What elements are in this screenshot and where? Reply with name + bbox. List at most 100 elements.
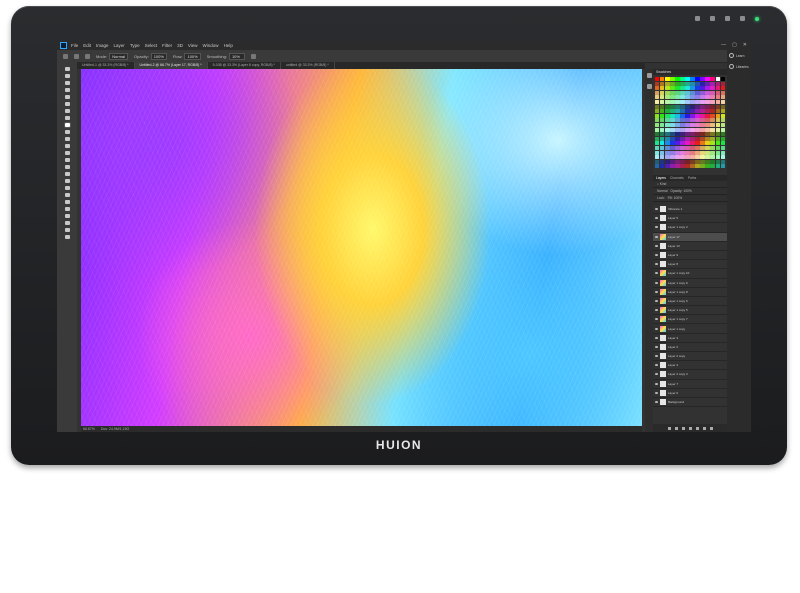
swatch[interactable] [700,122,705,127]
healing-brush-tool-icon[interactable] [64,116,70,120]
swatch[interactable] [700,132,705,137]
swatch[interactable] [690,113,695,118]
swatch[interactable] [695,136,700,141]
visibility-eye-icon[interactable] [655,327,658,330]
swatch[interactable] [700,145,705,150]
gradient-tool-icon[interactable] [64,151,70,155]
swatch[interactable] [710,90,715,95]
visibility-eye-icon[interactable] [655,263,658,266]
layer-row[interactable]: Layer 6 [653,389,727,398]
swatch[interactable] [665,104,670,109]
swatch[interactable] [710,141,715,146]
swatch[interactable] [655,95,660,100]
swatch[interactable] [720,164,725,169]
swatch[interactable] [720,127,725,132]
swatch[interactable] [705,150,710,155]
frame-tool-icon[interactable] [64,102,70,106]
swatch[interactable] [720,150,725,155]
layer-row[interactable]: Layer 17 [653,232,727,242]
layer-row[interactable]: Layer 1 copy 5 [653,306,727,316]
swatch[interactable] [655,77,660,81]
swatch[interactable] [690,145,695,150]
brush-tool-icon[interactable] [74,53,79,59]
settings-gear-icon[interactable] [250,53,256,59]
swatch[interactable] [660,86,665,91]
blend-mode-select[interactable]: Normal [657,189,668,193]
swatch[interactable] [710,86,715,91]
brush-preset-picker[interactable] [85,53,90,59]
swatch[interactable] [680,145,685,150]
swatch[interactable] [685,159,690,164]
swatch[interactable] [710,127,715,132]
swatch[interactable] [685,150,690,155]
swatch[interactable] [685,155,690,160]
swatch[interactable] [685,141,690,146]
menu-filter[interactable]: Filter [162,43,172,48]
dodge-tool-icon[interactable] [64,165,70,169]
swatch[interactable] [660,122,665,127]
swatch[interactable] [710,109,715,114]
swatch[interactable] [680,132,685,137]
link-layers-icon[interactable] [667,426,671,430]
layer-fill[interactable]: Fill: 100% [668,196,682,200]
close-icon[interactable]: ✕ [743,42,747,48]
swatch[interactable] [705,127,710,132]
swatch[interactable] [710,155,715,160]
swatch[interactable] [700,86,705,91]
swatch[interactable] [685,122,690,127]
libraries-item[interactable]: Libraries [727,61,751,72]
quick-select-tool-icon[interactable] [64,88,70,92]
swatch[interactable] [690,150,695,155]
swatch[interactable] [715,122,720,127]
layer-row[interactable]: Layer 2 [653,343,727,352]
swatch[interactable] [665,113,670,118]
swatch[interactable] [655,155,660,160]
swatch[interactable] [720,122,725,127]
swatch[interactable] [660,150,665,155]
swatch[interactable] [675,118,680,123]
swatch[interactable] [660,127,665,132]
swatch[interactable] [660,141,665,146]
swatch[interactable] [720,132,725,137]
swatch[interactable] [685,164,690,169]
zoom-level[interactable]: 66.67% [83,427,95,431]
swatch[interactable] [680,90,685,95]
swatch[interactable] [665,145,670,150]
swatch[interactable] [695,95,700,100]
swatch[interactable] [680,136,685,141]
swatch[interactable] [715,104,720,109]
marquee-tool-icon[interactable] [64,74,70,78]
swatch[interactable] [710,159,715,164]
swatch[interactable] [665,122,670,127]
swatch[interactable] [665,81,670,86]
add-mask-icon[interactable] [681,426,685,430]
swatch[interactable] [720,109,725,114]
swatch[interactable] [690,159,695,164]
swatch[interactable] [685,132,690,137]
clone-stamp-tool-icon[interactable] [64,130,70,134]
swatch[interactable] [670,145,675,150]
eyedropper-tool-icon[interactable] [64,109,70,113]
swatch[interactable] [655,122,660,127]
history-panel-icon[interactable] [646,73,652,78]
swatch[interactable] [660,99,665,104]
swatch[interactable] [670,99,675,104]
swatch[interactable] [700,155,705,160]
swatch[interactable] [695,81,700,86]
swatch[interactable] [695,77,700,81]
swatch[interactable] [720,99,725,104]
swatch[interactable] [680,86,685,91]
swatch[interactable] [665,77,670,81]
swatch[interactable] [685,113,690,118]
menu-help[interactable]: Help [224,43,233,48]
learn-item[interactable]: Learn [727,50,751,61]
properties-panel-icon[interactable] [646,84,652,89]
swatch[interactable] [720,113,725,118]
visibility-eye-icon[interactable] [655,299,658,302]
swatch[interactable] [700,164,705,169]
swatch[interactable] [665,95,670,100]
swatch[interactable] [690,136,695,141]
swatch[interactable] [700,95,705,100]
opacity-control[interactable]: Opacity: 100% [134,52,167,60]
swatch[interactable] [660,109,665,114]
